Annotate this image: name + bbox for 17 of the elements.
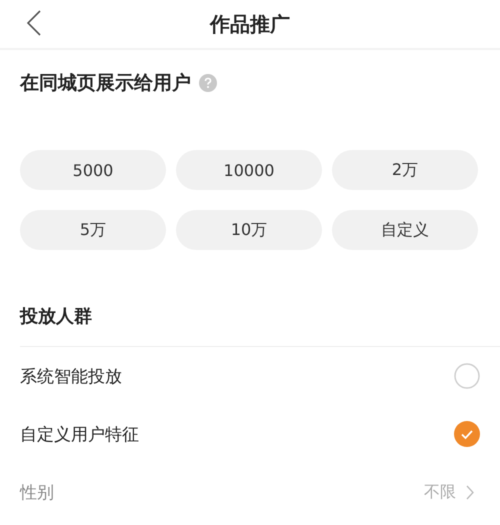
radio-button[interactable] (454, 363, 480, 389)
amount-option[interactable]: 5000 (20, 150, 166, 190)
section-title: 在同城页展示给用户 (20, 71, 191, 96)
amount-option[interactable]: 10万 (176, 210, 322, 250)
amount-option[interactable]: 10000 (176, 150, 322, 190)
amount-option[interactable]: 自定义 (332, 210, 478, 250)
amount-option[interactable]: 2万 (332, 150, 478, 190)
page-title: 作品推广 (210, 10, 290, 38)
back-icon[interactable] (27, 10, 41, 36)
radio-button[interactable] (454, 421, 480, 447)
chevron-icon[interactable] (466, 484, 474, 500)
option-label: 系统智能投放 (20, 366, 123, 388)
help-icon[interactable] (199, 74, 217, 92)
setting-label: 性别 (20, 482, 55, 504)
option-label: 自定义用户特征 (20, 424, 140, 446)
section-title: 投放人群 (20, 305, 92, 328)
amount-option[interactable]: 5万 (20, 210, 166, 250)
